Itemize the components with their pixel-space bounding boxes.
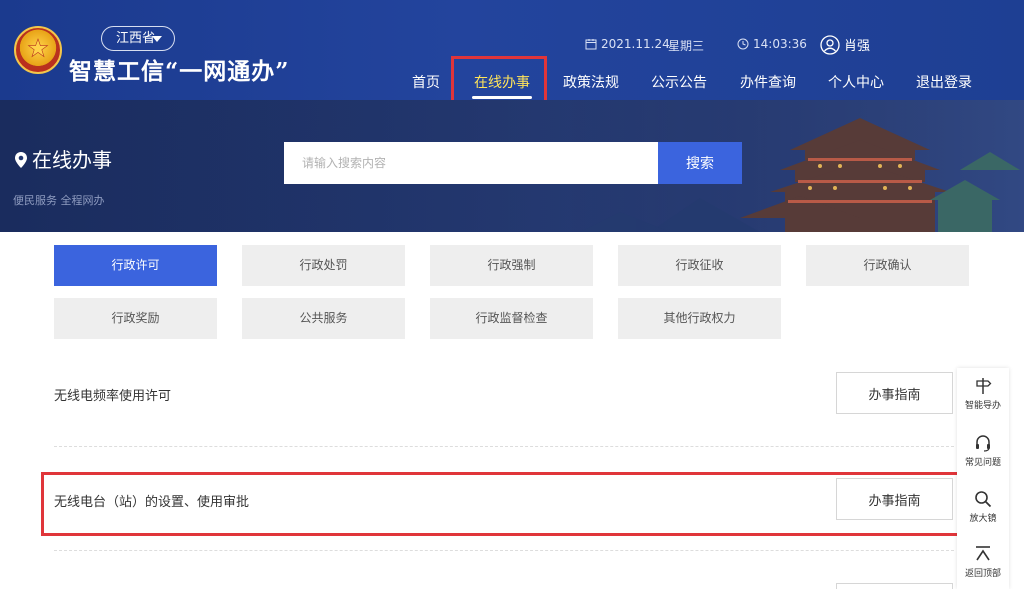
divider [54,446,954,447]
category-administrative-confirmation[interactable]: 行政确认 [806,245,969,286]
page-title-text: 在线办事 [32,148,112,172]
calendar-icon [585,39,597,50]
page: 江西省 智慧工信“一网通办” 2021.11.24 星期三 14:03:36 肖… [0,0,1024,589]
clock-icon [737,38,749,50]
time-display: 14:03:36 [737,37,807,51]
guide-button[interactable]: 办事指南 [836,372,953,414]
side-faq[interactable]: 常见问题 [957,425,1009,480]
category-public-service[interactable]: 公共服务 [242,298,405,339]
category-administrative-license[interactable]: 行政许可 [54,245,217,286]
side-faq-label: 常见问题 [964,458,1001,468]
banner: 在线办事 便民服务 全程网办 搜索 [0,100,1024,232]
side-smart-guide[interactable]: 智能导办 [957,368,1009,423]
divider [54,550,954,551]
username: 肖强 [844,39,871,54]
side-magnifier-label: 放大镜 [969,514,997,524]
nav-policies[interactable]: 政策法规 [563,72,619,92]
item-title[interactable]: 无线电频率使用许可 [54,385,171,404]
headset-icon [976,435,990,452]
category-administrative-supervision[interactable]: 行政监督检查 [430,298,593,339]
category-other-powers[interactable]: 其他行政权力 [618,298,781,339]
highlight-box-item [41,472,960,536]
nav-announcements[interactable]: 公示公告 [651,72,707,92]
date-text: 2021.11.24 [601,37,670,51]
category-administrative-enforcement[interactable]: 行政强制 [430,245,593,286]
user-profile[interactable]: 肖强 [820,35,870,55]
nav-case-query[interactable]: 办件查询 [740,72,796,92]
category-administrative-reward[interactable]: 行政奖励 [54,298,217,339]
signpost-icon [976,378,992,394]
back-to-top-icon [976,546,990,561]
user-icon [820,35,840,55]
site-title: 智慧工信“一网通办” [69,58,290,85]
category-administrative-levy[interactable]: 行政征收 [618,245,781,286]
page-subtitle: 便民服务 全程网办 [13,194,105,207]
page-title: 在线办事 [14,144,112,173]
side-back-to-top-label: 返回顶部 [964,569,1001,579]
date-display: 2021.11.24 [585,37,670,51]
magnifier-icon [975,491,992,508]
nav-logout[interactable]: 退出登录 [916,72,972,92]
province-label: 江西省 [116,31,156,46]
nav-personal-center[interactable]: 个人中心 [828,72,884,92]
national-emblem-icon [14,26,62,74]
guide-button-partial[interactable] [836,583,953,589]
province-selector[interactable]: 江西省 [101,26,175,51]
side-back-to-top[interactable]: 返回顶部 [957,536,1009,589]
search-input[interactable] [284,142,658,184]
location-pin-icon [15,152,27,168]
side-smart-guide-label: 智能导办 [964,401,1001,411]
weekday-text: 星期三 [668,39,705,53]
search-button[interactable]: 搜索 [658,142,742,184]
time-text: 14:03:36 [753,37,807,51]
side-toolbar: 智能导办 常见问题 放大镜 返回顶部 [957,368,1009,589]
nav-home[interactable]: 首页 [412,72,440,92]
side-magnifier[interactable]: 放大镜 [957,481,1009,536]
category-administrative-penalty[interactable]: 行政处罚 [242,245,405,286]
caret-down-icon [152,36,162,42]
